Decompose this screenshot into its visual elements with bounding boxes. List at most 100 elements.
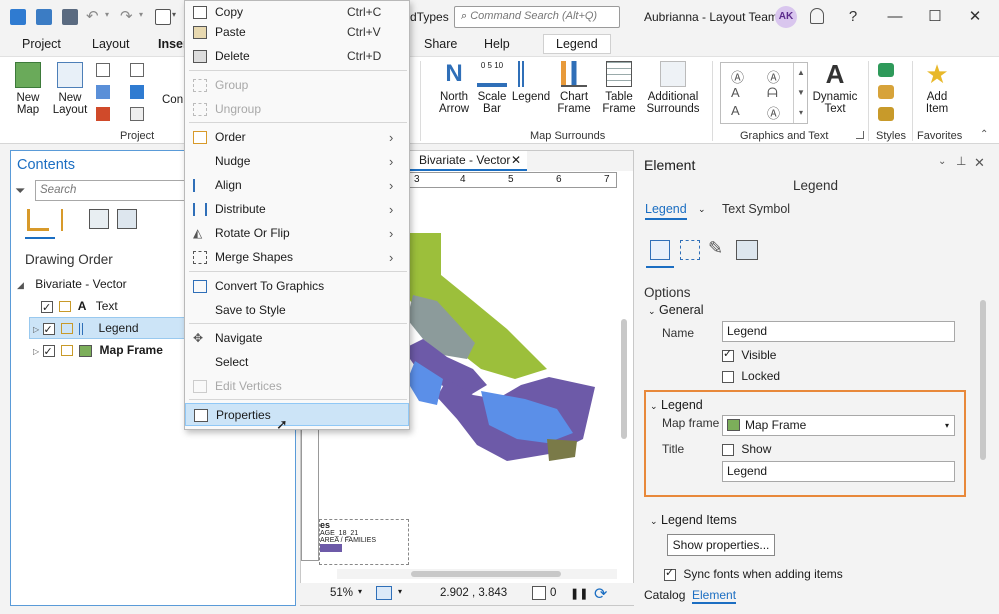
notifications-bell-icon[interactable] xyxy=(810,8,824,24)
text-style-f-icon[interactable]: Ⓐ xyxy=(767,103,780,122)
element-scrollbar-thumb[interactable] xyxy=(980,300,986,460)
drawing-order-view-icon[interactable] xyxy=(27,209,49,231)
locked-checkbox-row[interactable]: Locked xyxy=(722,369,780,383)
pin-pane-icon[interactable]: ⊥ xyxy=(956,154,966,168)
sync-fonts-checkbox[interactable] xyxy=(664,566,676,581)
tree-root-layout[interactable]: ◢ Bivariate - Vector xyxy=(17,274,127,294)
element-pane-scrollbar[interactable] xyxy=(978,286,988,576)
redo-icon[interactable]: ↷ xyxy=(120,7,133,25)
new-layout-button[interactable]: New Layout xyxy=(50,62,90,116)
add-item-button[interactable]: ★ Add Item xyxy=(918,61,956,115)
gallery-scroll-arrows[interactable]: ▲ ▼ ▾ xyxy=(793,63,808,123)
text-style-a-icon[interactable]: Ⓐ xyxy=(731,67,744,86)
report-icon[interactable] xyxy=(96,107,110,121)
open-project-icon[interactable] xyxy=(10,9,26,25)
scale-bar-button[interactable]: 0 5 10 Scale Bar xyxy=(476,61,508,115)
close-button[interactable]: ✕ xyxy=(962,6,988,28)
menu-item-nudge[interactable]: Nudge › xyxy=(185,150,409,173)
menu-item-properties[interactable]: Properties xyxy=(185,403,409,426)
close-tab-icon[interactable]: ✕ xyxy=(511,151,521,169)
california-map[interactable] xyxy=(397,229,597,469)
zoom-dropdown-icon[interactable]: ▾ xyxy=(358,587,362,596)
dialog-launcher-icon[interactable] xyxy=(856,131,864,139)
polygon-style-icon[interactable] xyxy=(878,107,894,121)
menu-item-navigate[interactable]: ✥ Navigate xyxy=(185,327,409,350)
chart-frame-button[interactable]: Chart Frame xyxy=(553,61,595,115)
horizontal-scrollbar[interactable] xyxy=(337,569,617,579)
save-icon[interactable] xyxy=(62,9,78,25)
tab-catalog[interactable]: Catalog xyxy=(644,588,685,602)
lock-icon[interactable] xyxy=(60,323,73,335)
visible-checkbox-row[interactable]: Visible xyxy=(722,347,776,362)
table-frame-button[interactable]: Table Frame xyxy=(598,61,640,115)
locked-checkbox[interactable] xyxy=(722,370,734,383)
text-style-e-icon[interactable]: A xyxy=(731,103,740,118)
show-properties-button[interactable]: Show properties... xyxy=(667,534,775,556)
expand-arrow-icon[interactable]: ▷ xyxy=(33,325,39,334)
vertical-scrollbar-thumb[interactable] xyxy=(621,319,627,439)
title-field[interactable]: Legend xyxy=(722,461,955,482)
tree-item-legend[interactable]: ▷ Legend xyxy=(33,318,139,340)
vertical-scrollbar[interactable] xyxy=(619,189,629,569)
refresh-button[interactable]: ⟳ xyxy=(594,584,607,604)
redo-dropdown-icon[interactable]: ▾ xyxy=(139,10,143,19)
menu-item-rotate-or-flip[interactable]: ◭ Rotate Or Flip › xyxy=(185,222,409,245)
help-button[interactable]: ? xyxy=(840,6,866,28)
menu-item-convert-to-graphics[interactable]: Convert To Graphics xyxy=(185,275,409,298)
menu-item-paste[interactable]: Paste Ctrl+V xyxy=(185,21,409,44)
arrangement-page-icon[interactable] xyxy=(680,240,700,260)
collapse-ribbon-icon[interactable]: ⌃ xyxy=(980,129,988,140)
visibility-checkbox[interactable] xyxy=(41,298,53,318)
tab-legend-contextual[interactable]: Legend xyxy=(543,34,611,54)
snapping-dropdown-icon[interactable]: ▾ xyxy=(398,587,402,596)
menu-item-save-to-style[interactable]: Save to Style xyxy=(185,299,409,322)
undo-icon[interactable]: ↶ xyxy=(86,7,99,25)
visible-checkbox[interactable] xyxy=(722,347,734,362)
tree-item-text[interactable]: A Text xyxy=(41,296,118,318)
legend-button[interactable]: Legend xyxy=(511,61,551,103)
lock-icon[interactable] xyxy=(59,301,72,313)
visibility-checkbox[interactable] xyxy=(42,342,55,362)
tab-project[interactable]: Project xyxy=(22,37,61,51)
display-page-icon[interactable]: ✎ xyxy=(708,238,723,259)
text-style-d-icon[interactable]: ᗩ xyxy=(767,85,778,101)
import-layout-icon[interactable] xyxy=(130,63,144,77)
maximize-button[interactable]: ☐ xyxy=(922,6,948,28)
general-section-header[interactable]: ⌄ General xyxy=(648,303,704,317)
show-title-checkbox[interactable] xyxy=(722,443,734,456)
map-frame-dropdown[interactable]: Map Frame ▾ xyxy=(722,415,955,436)
minimize-button[interactable]: — xyxy=(882,6,908,28)
text-symbol-gallery[interactable]: Ⓐ Ⓐ A ᗩ A Ⓐ ▲ ▼ ▾ xyxy=(720,62,808,124)
name-field[interactable]: Legend xyxy=(722,321,955,342)
menu-item-order[interactable]: Order › xyxy=(185,126,409,149)
expand-arrow-icon[interactable]: ▷ xyxy=(33,347,39,356)
options-page-icon[interactable] xyxy=(650,240,670,260)
list-by-graphics-icon[interactable] xyxy=(117,209,137,229)
user-avatar[interactable]: AK xyxy=(775,6,797,28)
layout-view-icon[interactable] xyxy=(155,9,171,25)
tab-text-symbol[interactable]: Text Symbol xyxy=(722,202,790,216)
lock-icon[interactable] xyxy=(60,345,73,357)
tab-layout[interactable]: Layout xyxy=(92,37,130,51)
north-arrow-button[interactable]: N North Arrow xyxy=(434,61,474,116)
open-folder-icon[interactable] xyxy=(36,9,52,25)
tab-dropdown-icon[interactable]: ⌄ xyxy=(698,204,706,215)
snapping-icon[interactable] xyxy=(376,586,392,600)
legend-items-section-header[interactable]: ⌄ Legend Items xyxy=(650,513,737,527)
text-style-b-icon[interactable]: Ⓐ xyxy=(767,67,780,86)
text-style-c-icon[interactable]: A xyxy=(731,85,740,100)
menu-item-delete[interactable]: Delete Ctrl+D xyxy=(185,45,409,68)
sync-fonts-checkbox-row[interactable]: Sync fonts when adding items xyxy=(664,566,843,581)
additional-surrounds-button[interactable]: Additional Surrounds xyxy=(644,61,702,115)
collapse-arrow-icon[interactable]: ◢ xyxy=(17,280,24,290)
legend-preview[interactable]: es AGE_18_21 AREA / FAMILIES xyxy=(319,519,409,565)
tab-legend-properties[interactable]: Legend xyxy=(645,202,687,220)
tab-help[interactable]: Help xyxy=(484,37,510,51)
list-by-map-frame-icon[interactable] xyxy=(89,209,109,229)
pause-drawing-button[interactable]: ❚❚ xyxy=(570,587,588,600)
menu-item-select[interactable]: Select xyxy=(185,351,409,374)
import-map-icon[interactable] xyxy=(96,63,110,77)
placement-page-icon[interactable] xyxy=(736,240,758,260)
scrollbar-thumb[interactable] xyxy=(411,571,561,577)
tree-item-map-frame[interactable]: ▷ Map Frame xyxy=(33,340,163,362)
